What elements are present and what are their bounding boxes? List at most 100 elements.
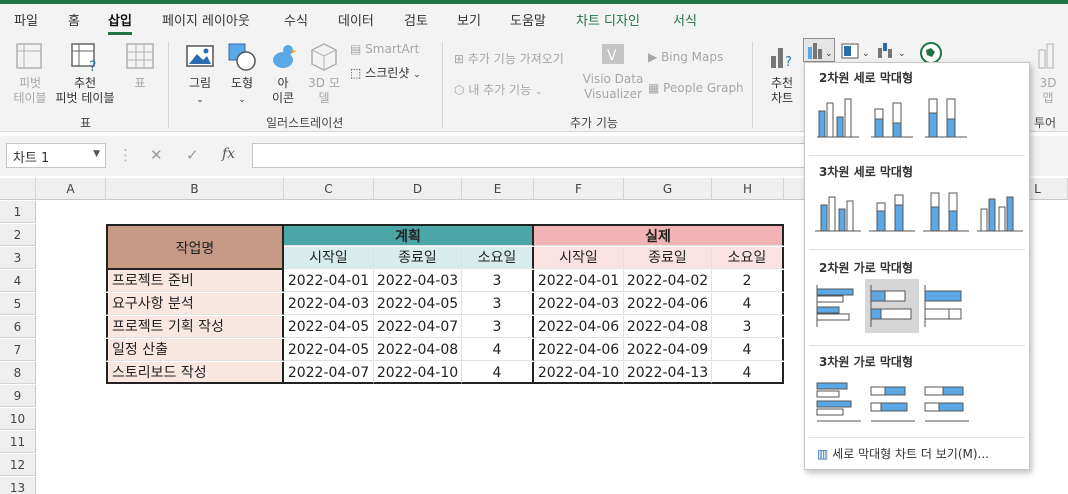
column-header-b[interactable]: B <box>106 178 284 200</box>
task-name-cell[interactable]: 요구사항 분석 <box>106 293 284 315</box>
subheader-actual-end[interactable]: 종료일 <box>624 247 712 269</box>
task-name-cell[interactable]: 프로젝트 기획 작성 <box>106 316 284 338</box>
actual-days-cell[interactable]: 3 <box>712 316 784 338</box>
subheader-actual-days[interactable]: 소요일 <box>712 247 784 269</box>
recommended-pivot-button[interactable]: ? 추천 피벗 테이블 <box>52 42 118 106</box>
tab-page-layout[interactable]: 페이지 레이아웃 <box>162 10 250 29</box>
tab-format[interactable]: 서식 <box>673 10 697 29</box>
actual-start-cell[interactable]: 2022-04-01 <box>534 270 624 292</box>
subheader-plan-days[interactable]: 소요일 <box>462 247 534 269</box>
table-button[interactable]: 표 <box>124 42 156 91</box>
tab-formulas[interactable]: 수식 <box>284 10 308 29</box>
name-box[interactable]: 차트 1 ▼ <box>6 143 106 168</box>
task-name-cell[interactable]: 프로젝트 준비 <box>106 270 284 292</box>
plan-end-cell[interactable]: 2022-04-07 <box>374 316 462 338</box>
tab-view[interactable]: 보기 <box>457 10 481 29</box>
column-header-h[interactable]: H <box>712 178 784 200</box>
row-header[interactable]: 4 <box>0 270 36 292</box>
more-column-charts-link[interactable]: ▥ 세로 막대형 차트 더 보기(M)... <box>817 445 989 462</box>
subheader-plan-end[interactable]: 종료일 <box>374 247 462 269</box>
row-header[interactable]: 3 <box>0 247 36 269</box>
plan-start-cell[interactable]: 2022-04-05 <box>284 316 374 338</box>
column-header-c[interactable]: C <box>284 178 374 200</box>
stacked-column-option[interactable] <box>865 89 919 143</box>
task-name-cell[interactable]: 스토리보드 작성 <box>106 362 284 384</box>
insert-function-icon[interactable]: fx <box>222 146 235 162</box>
icons-button[interactable]: 아 이콘 <box>266 42 300 106</box>
column-header-f[interactable]: F <box>534 178 624 200</box>
actual-days-cell[interactable]: 4 <box>712 362 784 384</box>
subheader-actual-start[interactable]: 시작일 <box>534 247 624 269</box>
actual-end-cell[interactable]: 2022-04-13 <box>624 362 712 384</box>
plan-start-cell[interactable]: 2022-04-07 <box>284 362 374 384</box>
3d-stacked-bar-option[interactable] <box>865 373 919 427</box>
formula-input[interactable] <box>252 143 812 168</box>
recommended-charts-button[interactable]: ? 추천 차트 <box>762 42 802 106</box>
row-header[interactable]: 6 <box>0 316 36 338</box>
plan-days-cell[interactable]: 4 <box>462 339 534 361</box>
3d-clustered-column-option[interactable] <box>811 183 865 237</box>
plan-start-cell[interactable]: 2022-04-01 <box>284 270 374 292</box>
3d-clustered-bar-option[interactable] <box>811 373 865 427</box>
row-header[interactable]: 9 <box>0 385 36 407</box>
3d-stacked-column-option[interactable] <box>865 183 919 237</box>
tab-chart-design[interactable]: 차트 디자인 <box>576 10 640 29</box>
row-header[interactable]: 8 <box>0 362 36 384</box>
task-name-cell[interactable]: 일정 산출 <box>106 339 284 361</box>
header-task-name[interactable]: 작업명 <box>106 224 284 270</box>
actual-days-cell[interactable]: 4 <box>712 339 784 361</box>
subheader-plan-start[interactable]: 시작일 <box>284 247 374 269</box>
plan-start-cell[interactable]: 2022-04-05 <box>284 339 374 361</box>
visio-button[interactable]: V Visio Data Visualizer <box>582 40 644 102</box>
actual-days-cell[interactable]: 4 <box>712 293 784 315</box>
header-actual[interactable]: 실제 <box>534 224 784 246</box>
plan-end-cell[interactable]: 2022-04-08 <box>374 339 462 361</box>
header-plan[interactable]: 계획 <box>284 224 534 246</box>
3d-models-button[interactable]: 3D 모 델 <box>304 42 344 106</box>
bing-maps-button[interactable]: ▶ Bing Maps <box>648 50 723 64</box>
actual-end-cell[interactable]: 2022-04-02 <box>624 270 712 292</box>
3d-map-button[interactable]: 3D 맵 <box>1032 42 1064 106</box>
3d-100-stacked-column-option[interactable] <box>919 183 973 237</box>
100-stacked-bar-option[interactable] <box>919 279 973 333</box>
clustered-column-option[interactable] <box>811 89 865 143</box>
chevron-down-icon[interactable]: ▼ <box>93 149 100 159</box>
plan-days-cell[interactable]: 3 <box>462 293 534 315</box>
row-header[interactable]: 2 <box>0 224 36 246</box>
clustered-bar-option[interactable] <box>811 279 865 333</box>
tab-home[interactable]: 홈 <box>68 10 80 29</box>
actual-start-cell[interactable]: 2022-04-06 <box>534 339 624 361</box>
tab-insert[interactable]: 삽입 <box>108 10 132 35</box>
actual-start-cell[interactable]: 2022-04-06 <box>534 316 624 338</box>
plan-days-cell[interactable]: 3 <box>462 316 534 338</box>
plan-end-cell[interactable]: 2022-04-05 <box>374 293 462 315</box>
row-header[interactable]: 10 <box>0 408 36 430</box>
pivot-table-button[interactable]: 피벗 테이블 <box>8 42 52 106</box>
select-all-corner[interactable] <box>0 178 36 200</box>
plan-days-cell[interactable]: 3 <box>462 270 534 292</box>
3d-100-stacked-bar-option[interactable] <box>919 373 973 427</box>
row-header[interactable]: 12 <box>0 454 36 476</box>
column-chart-dropdown-button[interactable]: ⌄ <box>803 38 835 62</box>
smartart-button[interactable]: ▤ SmartArt <box>350 42 419 56</box>
plan-end-cell[interactable]: 2022-04-10 <box>374 362 462 384</box>
row-header[interactable]: 1 <box>0 201 36 223</box>
picture-button[interactable]: 그림 ⌄ <box>182 42 218 108</box>
plan-end-cell[interactable]: 2022-04-03 <box>374 270 462 292</box>
tab-data[interactable]: 데이터 <box>338 10 374 29</box>
column-header-d[interactable]: D <box>374 178 462 200</box>
3d-column-option[interactable] <box>973 183 1027 237</box>
people-graph-button[interactable]: ▦ People Graph <box>648 81 744 95</box>
actual-end-cell[interactable]: 2022-04-09 <box>624 339 712 361</box>
plan-start-cell[interactable]: 2022-04-03 <box>284 293 374 315</box>
row-header[interactable]: 5 <box>0 293 36 315</box>
actual-end-cell[interactable]: 2022-04-06 <box>624 293 712 315</box>
get-addins-button[interactable]: ⊞ 추가 기능 가져오기 <box>454 50 564 67</box>
column-header-e[interactable]: E <box>462 178 534 200</box>
row-header[interactable]: 13 <box>0 477 36 494</box>
shapes-button[interactable]: 도형 ⌄ <box>224 42 260 108</box>
enter-icon[interactable]: ✓ <box>186 146 199 164</box>
column-header-g[interactable]: G <box>624 178 712 200</box>
my-addins-button[interactable]: ⬡ 내 추가 기능 ⌄ <box>454 81 543 98</box>
plan-days-cell[interactable]: 4 <box>462 362 534 384</box>
